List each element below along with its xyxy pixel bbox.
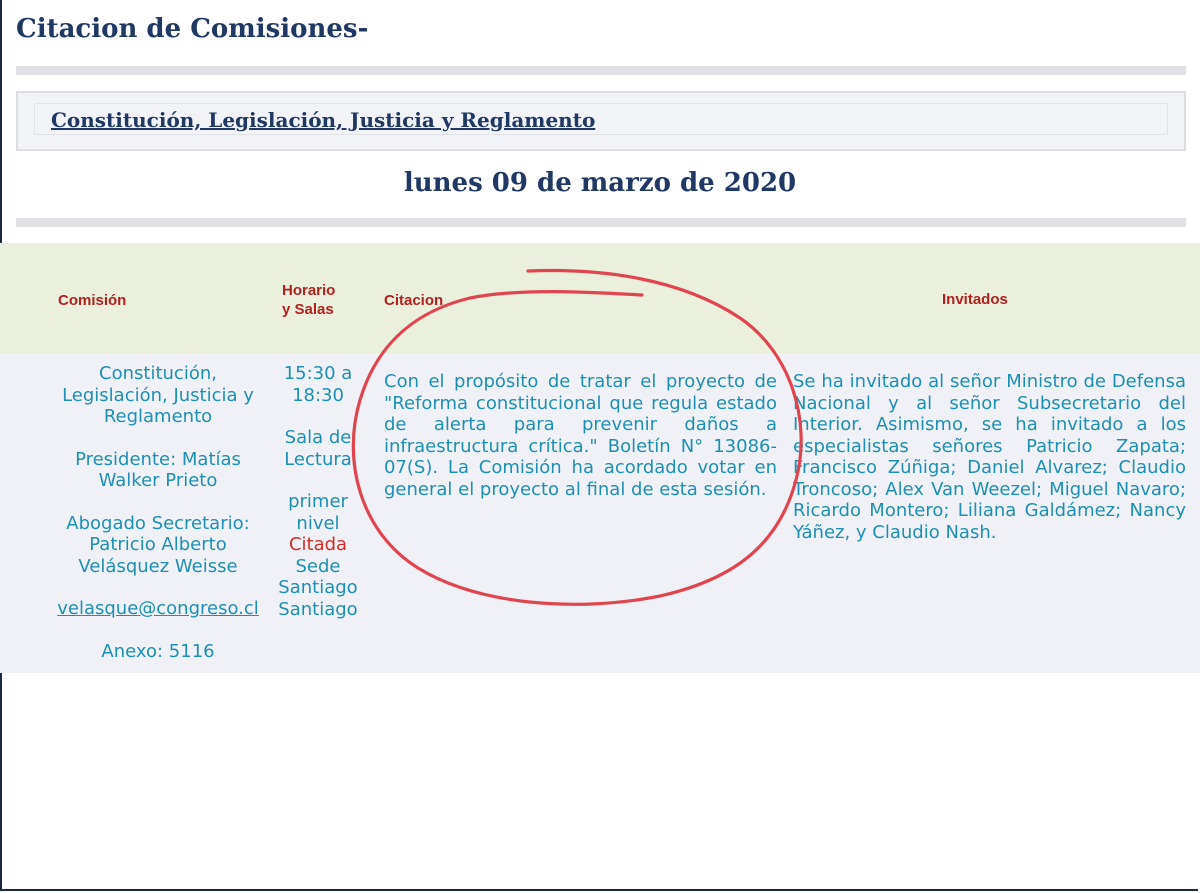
abogado-secretario: Abogado Secretario: Patricio Alberto Vel…: [66, 512, 250, 577]
comision-name: Constitución, Legislación, Justicia y Re…: [62, 363, 254, 427]
table-header-row: Comisión Horario y Salas Citacion Invita…: [0, 243, 1200, 353]
horario-time: 15:30 a 18:30: [283, 363, 353, 406]
header-horario: Horario y Salas: [282, 281, 335, 319]
divider-middle: [16, 218, 1186, 227]
date-heading: lunes 09 de marzo de 2020: [403, 168, 797, 198]
sede: Sede Santiago Santiago: [278, 555, 358, 620]
anexo: Anexo: 5116: [101, 640, 215, 662]
header-invitados: Invitados: [942, 291, 1008, 308]
header-horario-line2: y Salas: [282, 301, 334, 318]
header-horario-line1: Horario: [282, 282, 336, 299]
presidente: Presidente: Matías Walker Prieto: [75, 448, 241, 492]
table-row: Constitución, Legislación, Justicia y Re…: [0, 353, 1200, 673]
invitados-text: Se ha invitado al señor Ministro de Defe…: [793, 371, 1186, 543]
committee-link[interactable]: Constitución, Legislación, Justicia y Re…: [51, 108, 595, 132]
header-citacion: Citacion: [384, 292, 444, 309]
divider-top: [16, 66, 1186, 75]
nivel: primer nivel: [288, 491, 348, 534]
email-link[interactable]: velasque@congreso.cl: [57, 598, 259, 619]
comision-cell: Constitución, Legislación, Justicia y Re…: [52, 363, 264, 662]
header-comision: Comisión: [58, 292, 127, 309]
horario-cell: 15:30 a 18:30 Sala de Lectura primer niv…: [274, 363, 362, 620]
committee-box: Constitución, Legislación, Justicia y Re…: [16, 91, 1186, 151]
email-container: velasque@congreso.cl: [52, 598, 264, 620]
sala: Sala de Lectura: [284, 427, 352, 470]
committee-link-container: Constitución, Legislación, Justicia y Re…: [34, 103, 1168, 135]
page-title: Citacion de Comisiones-: [16, 14, 369, 44]
status-badge: Citada: [288, 534, 348, 555]
citacion-text: Con el propósito de tratar el proyecto d…: [384, 371, 777, 500]
